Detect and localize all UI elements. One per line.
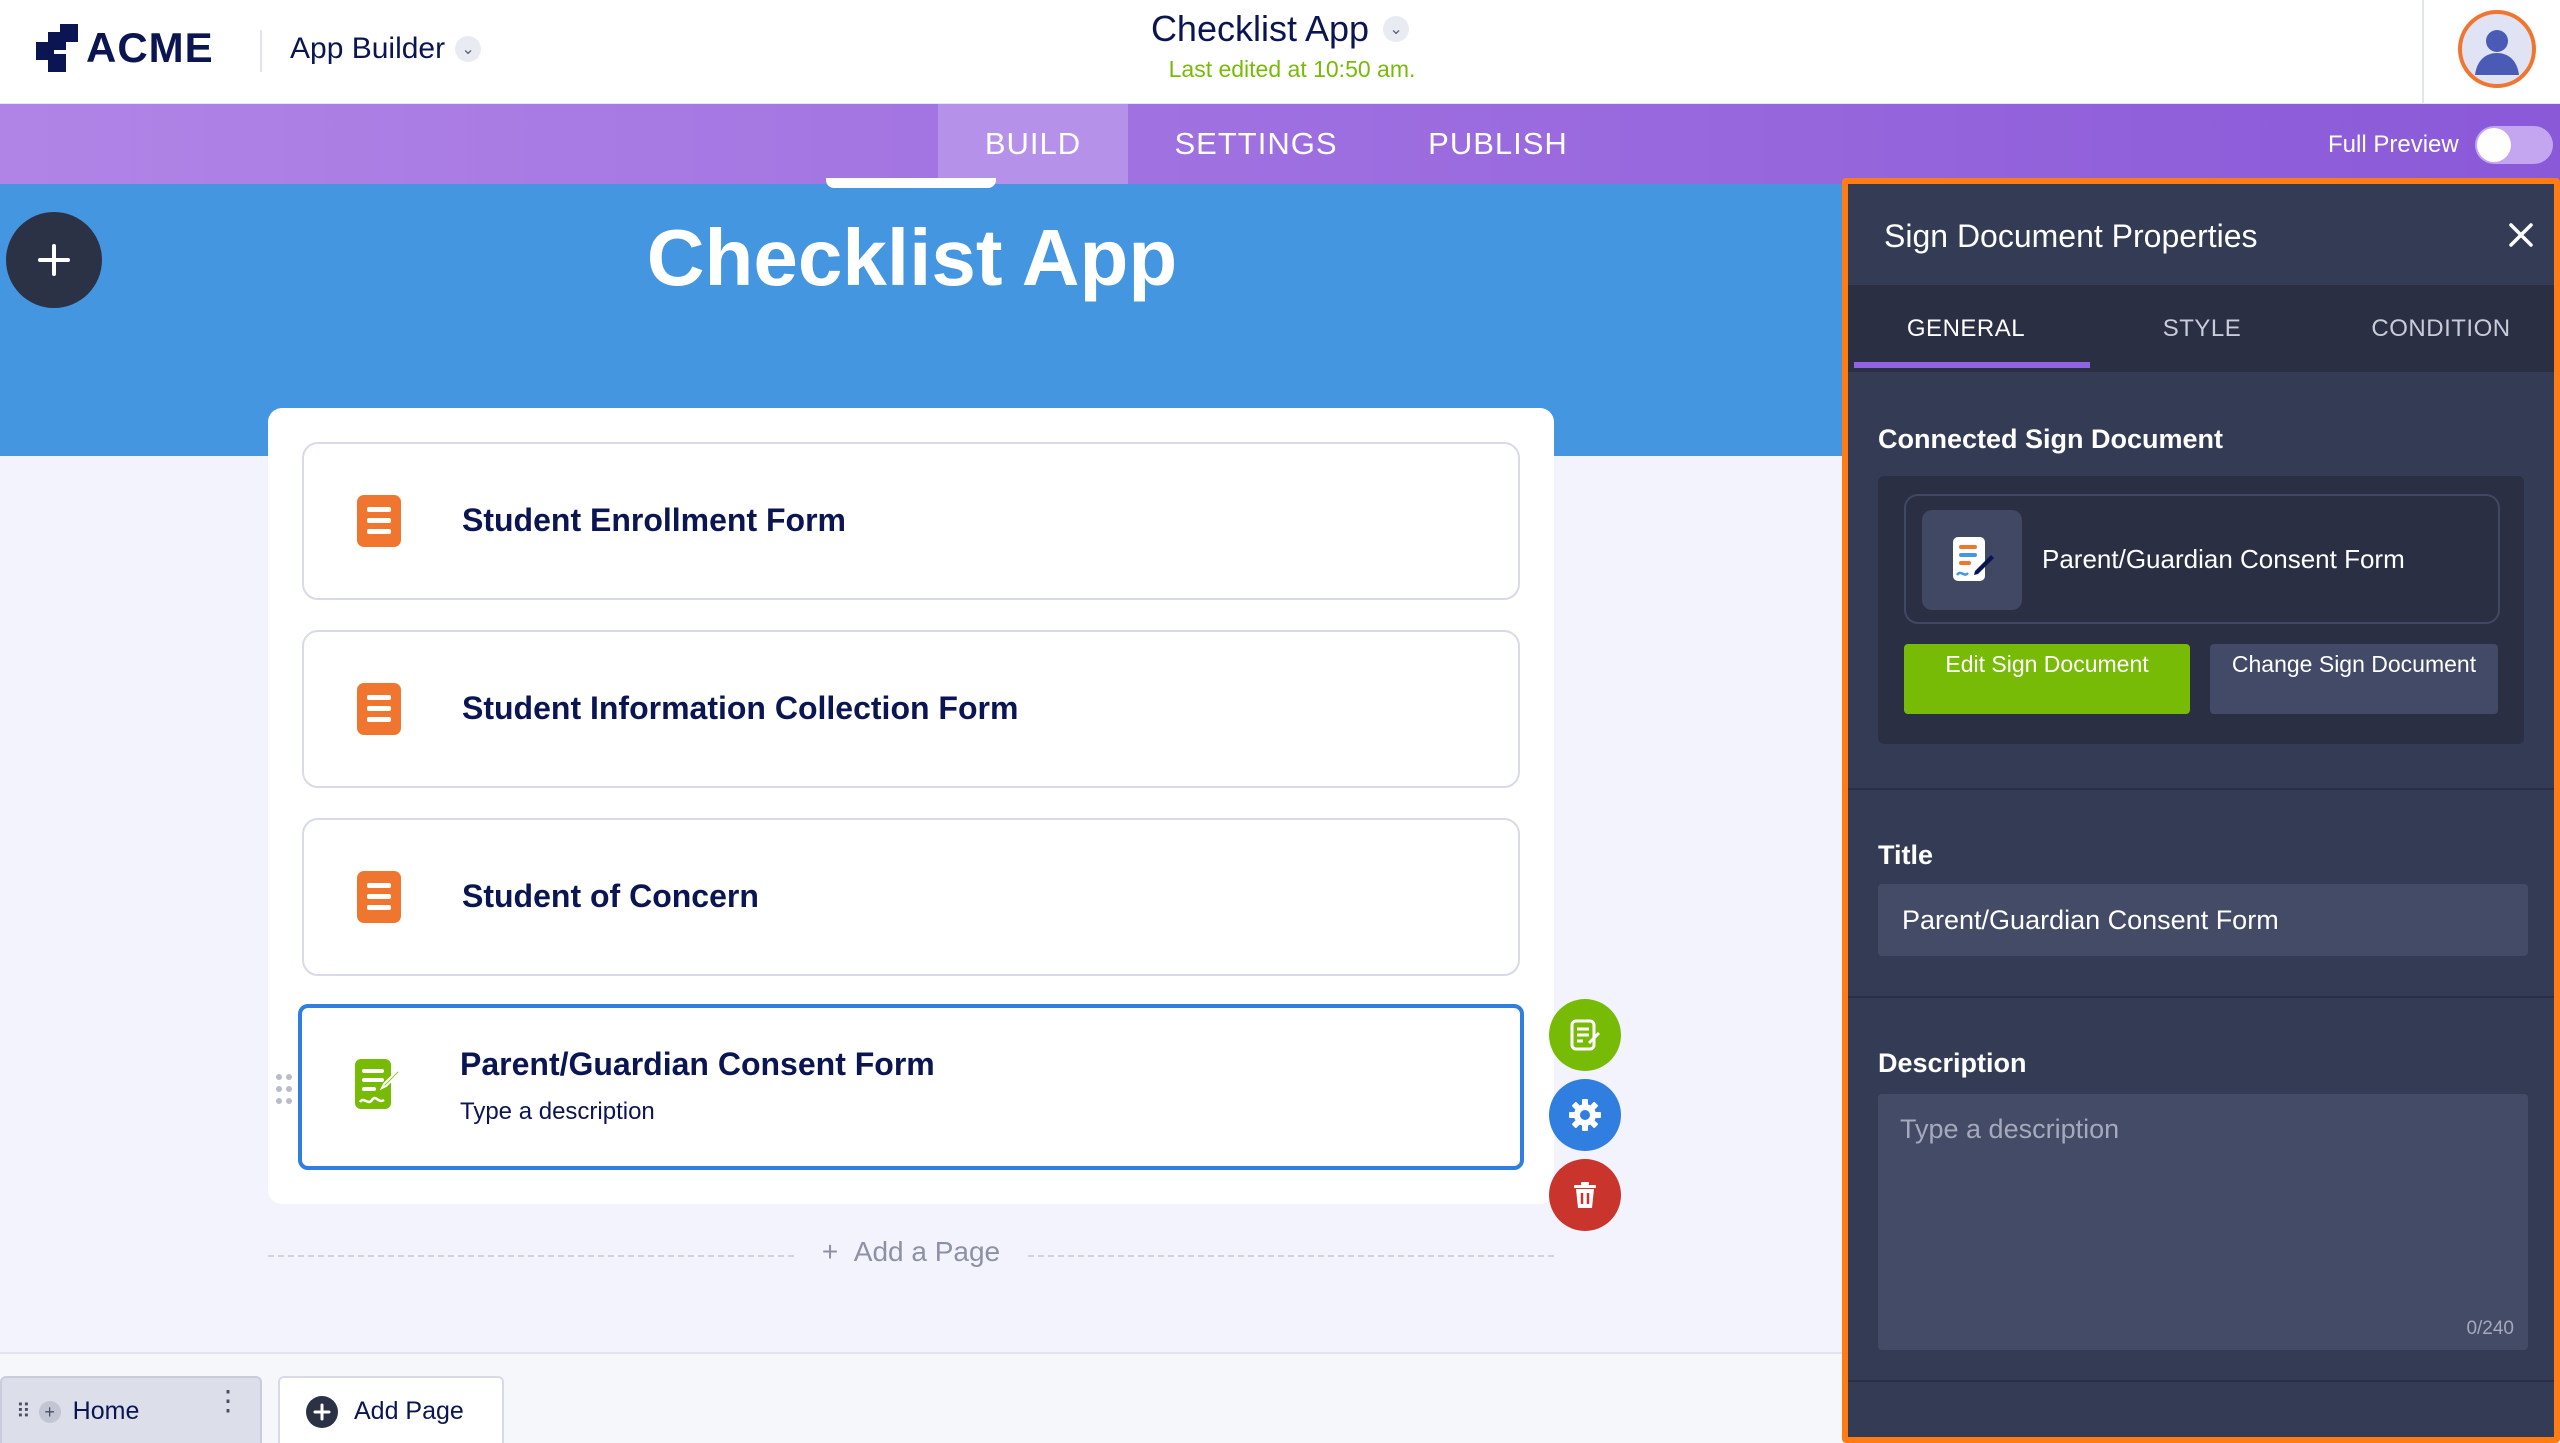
builder-nav: BUILD SETTINGS PUBLISH Full Preview [0, 104, 2560, 184]
page-item-title: Student Information Collection Form [462, 690, 1019, 726]
gear-icon [1569, 1099, 1601, 1131]
header-divider [260, 30, 262, 72]
panel-title: Sign Document Properties [1884, 218, 2258, 254]
page-item-student-of-concern[interactable]: Student of Concern [302, 818, 1520, 976]
description-label: Description [1878, 1048, 2027, 1078]
description-char-count: 0/240 [2466, 1318, 2514, 1339]
app-builder-label: App Builder [290, 32, 446, 65]
edit-sign-document-button[interactable] [1549, 999, 1621, 1071]
panel-header: Sign Document Properties [1848, 184, 2554, 286]
app-title-menu[interactable]: Checklist App ⌄ [1150, 8, 1410, 50]
change-sign-document-button[interactable]: Change Sign Document [2210, 644, 2498, 714]
title-label: Title [1878, 840, 1934, 870]
connected-sign-document-label: Connected Sign Document [1878, 424, 2224, 454]
header-divider-right [2422, 0, 2424, 104]
plus-icon: + [821, 1236, 854, 1267]
add-a-page-row: + Add a Page [268, 1236, 1554, 1276]
pages-bottom-bar: ⠿ + Home ⋮ Add Page [0, 1352, 1842, 1443]
last-edited-status: Last edited at 10:50 am. [1168, 56, 1416, 82]
home-tab-label: Home [72, 1397, 140, 1425]
drag-handle-icon[interactable] [274, 1072, 294, 1106]
app-title: Checklist App [1150, 8, 1370, 49]
document-thumbnail [1922, 510, 2022, 610]
close-icon[interactable] [2506, 220, 2536, 250]
tab-style[interactable]: STYLE [2084, 286, 2320, 372]
form-icon [357, 495, 401, 547]
top-header: ACME App Builder ⌄ Checklist App ⌄ Last … [0, 0, 2560, 104]
full-preview-toggle[interactable] [2474, 126, 2553, 164]
logo-text: ACME [86, 24, 214, 71]
sign-document-icon [1570, 1019, 1601, 1051]
connected-document-card: Parent/Guardian Consent Form [1904, 494, 2500, 624]
user-avatar[interactable] [2458, 10, 2536, 88]
panel-tabs: GENERAL STYLE CONDITION [1848, 286, 2554, 372]
connected-document-name: Parent/Guardian Consent Form [2042, 544, 2405, 574]
tab-settings[interactable]: SETTINGS [1158, 104, 1354, 184]
page-item-parent-guardian-consent[interactable]: Parent/Guardian Consent Form Type a desc… [298, 1004, 1524, 1170]
pages-card: Student Enrollment Form Student Informat… [268, 408, 1554, 1204]
section-divider [1848, 788, 2554, 790]
tab-publish[interactable]: PUBLISH [1410, 104, 1586, 184]
page-settings-button[interactable] [1549, 1079, 1621, 1151]
add-page-label: Add Page [354, 1397, 464, 1425]
user-icon [2475, 30, 2519, 75]
toggle-knob [2476, 128, 2511, 162]
add-a-page-button[interactable]: + Add a Page [268, 1236, 1554, 1268]
delete-page-button[interactable] [1549, 1159, 1621, 1231]
header-handle[interactable] [826, 178, 996, 188]
full-preview-control: Full Preview [2328, 126, 2553, 164]
sign-document-properties-panel: Sign Document Properties GENERAL STYLE C… [1842, 178, 2560, 1443]
plus-circle-icon [306, 1395, 338, 1428]
acme-logo[interactable]: ACME [34, 22, 214, 74]
more-options-icon[interactable]: ⋮ [214, 1387, 242, 1415]
app-title-block: Checklist App ⌄ Last edited at 10:50 am. [1000, 8, 1560, 83]
page-item-title: Student Enrollment Form [462, 502, 846, 538]
chevron-down-icon: ⌄ [1383, 16, 1410, 42]
form-icon [357, 683, 401, 735]
page-item-description[interactable]: Type a description [460, 1098, 655, 1126]
page-item-title: Student of Concern [462, 878, 759, 914]
page-tab-home[interactable]: ⠿ + Home ⋮ [0, 1376, 262, 1443]
section-divider [1848, 1380, 2554, 1382]
trash-icon [1574, 1182, 1596, 1208]
tab-general[interactable]: GENERAL [1848, 286, 2084, 372]
drag-handle-icon[interactable]: ⠿ [16, 1399, 31, 1424]
add-a-page-label: Add a Page [853, 1236, 1001, 1267]
tab-condition[interactable]: CONDITION [2320, 286, 2554, 372]
form-icon [357, 871, 401, 923]
page-item-student-information[interactable]: Student Information Collection Form [302, 630, 1520, 788]
app-canvas-title[interactable]: Checklist App [0, 212, 1824, 304]
full-preview-label: Full Preview [2328, 131, 2459, 158]
tab-build[interactable]: BUILD [938, 104, 1128, 184]
title-input[interactable]: Parent/Guardian Consent Form [1878, 884, 2528, 956]
sign-document-icon [1953, 537, 1994, 581]
edit-sign-document-button[interactable]: Edit Sign Document [1904, 644, 2190, 714]
page-item-title: Parent/Guardian Consent Form [460, 1046, 935, 1082]
active-tab-indicator [1854, 362, 2090, 368]
app-builder-menu[interactable]: App Builder ⌄ [290, 32, 482, 66]
description-placeholder: Type a description [1900, 1114, 2120, 1144]
add-page-tab[interactable]: Add Page [278, 1376, 504, 1443]
sign-document-icon [355, 1059, 400, 1109]
acme-logo-icon [36, 24, 78, 72]
plus-icon: + [38, 1400, 61, 1423]
description-textarea[interactable]: Type a description 0/240 [1878, 1094, 2528, 1350]
section-divider [1848, 996, 2554, 998]
chevron-down-icon: ⌄ [455, 36, 482, 62]
page-item-student-enrollment[interactable]: Student Enrollment Form [302, 442, 1520, 600]
